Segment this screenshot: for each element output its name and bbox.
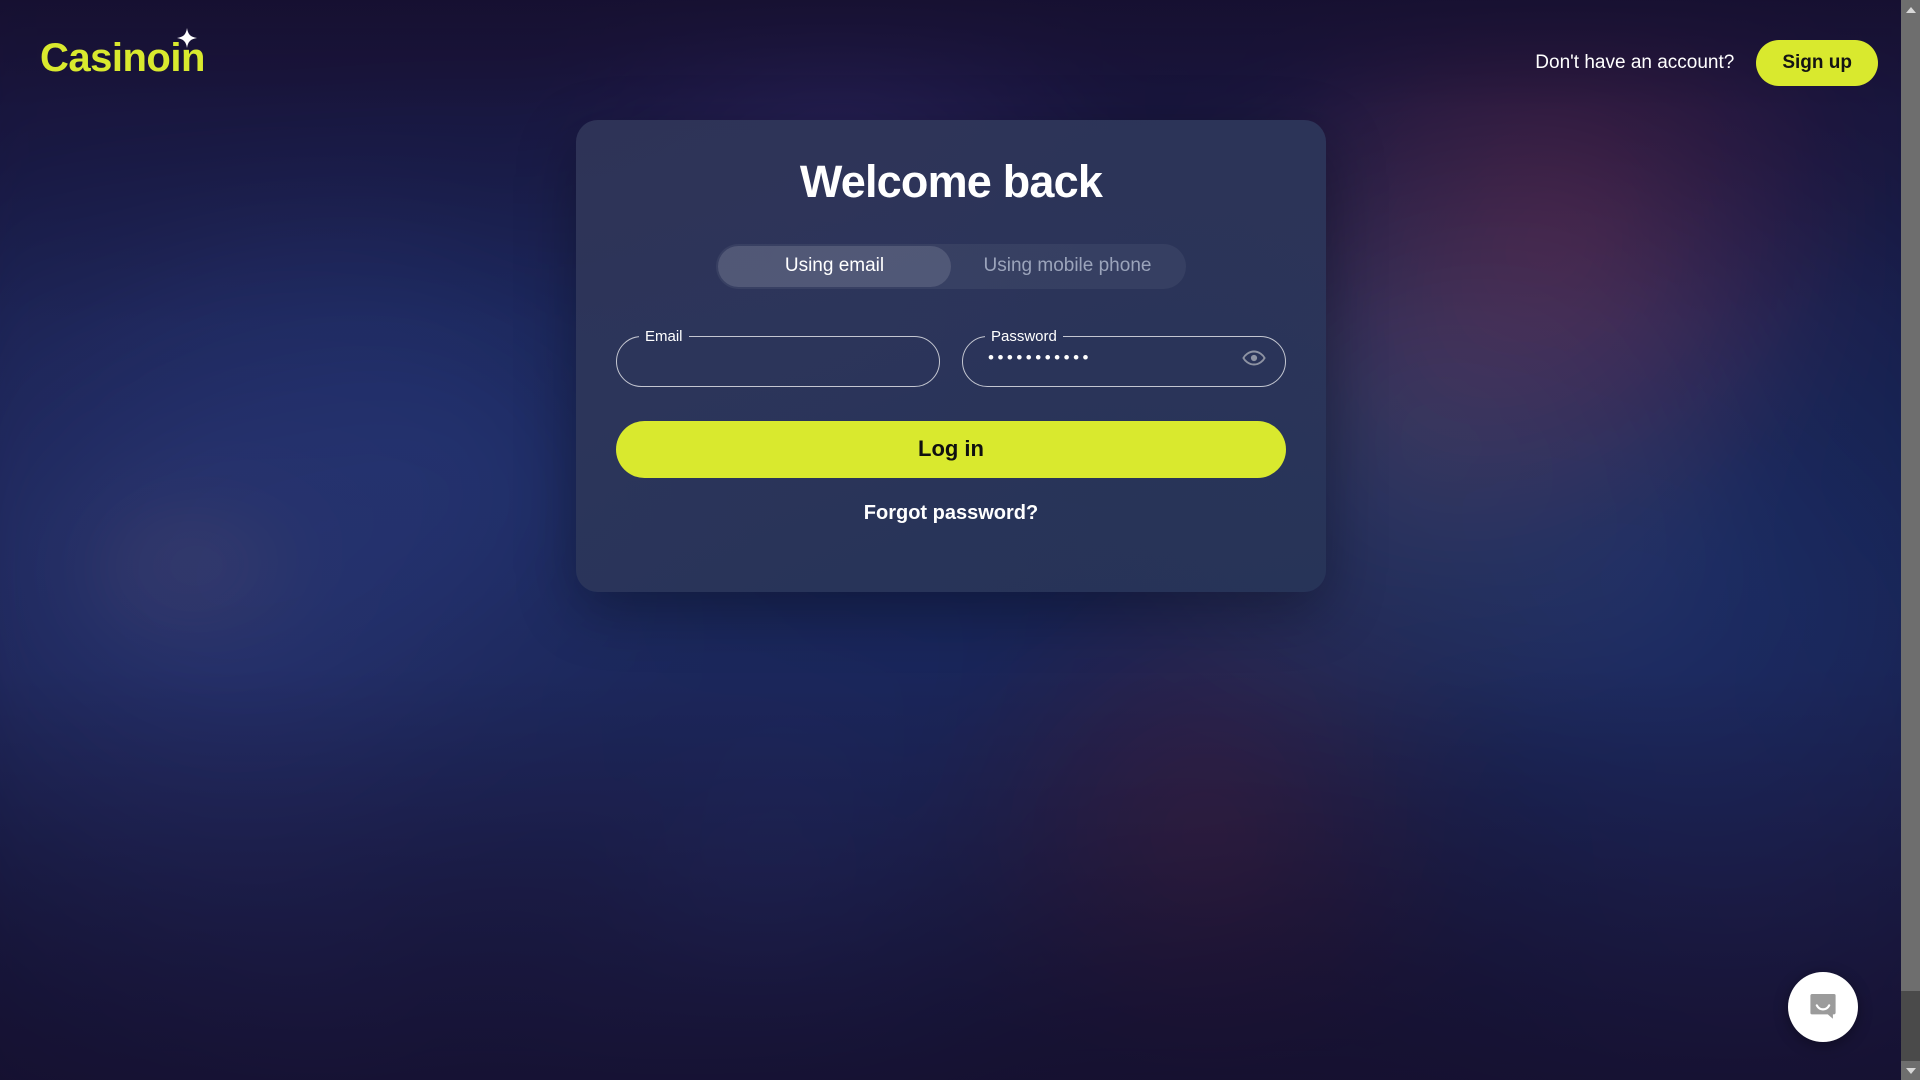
login-form-row: Email Password	[616, 328, 1286, 387]
sign-up-button[interactable]: Sign up	[1756, 40, 1878, 86]
page-title: Welcome back	[799, 156, 1103, 207]
page-root: Casinoin Don't have an account? Sign up …	[0, 0, 1920, 1080]
tab-using-email[interactable]: Using email	[718, 245, 951, 287]
forgot-password-link[interactable]: Forgot password?	[576, 502, 1326, 525]
brand-logo[interactable]: Casinoin	[40, 28, 205, 80]
password-field: Password	[962, 328, 1286, 387]
scrollbar-thumb[interactable]	[1901, 19, 1920, 991]
logo-text-primary: Casino	[40, 36, 171, 80]
log-in-button[interactable]: Log in	[616, 420, 1286, 478]
scrollbar-track[interactable]	[1901, 19, 1920, 1061]
login-card: Welcome back Using email Using mobile ph…	[576, 120, 1326, 592]
scroll-up-arrow-icon[interactable]	[1901, 0, 1920, 19]
chat-launcher-button[interactable]	[1788, 972, 1858, 1042]
header-actions: Don't have an account? Sign up	[1535, 40, 1878, 86]
site-header: Casinoin Don't have an account? Sign up	[0, 0, 1920, 128]
scroll-down-arrow-icon[interactable]	[1901, 1061, 1920, 1080]
no-account-text: Don't have an account?	[1535, 52, 1735, 73]
auth-method-toggle: Using email Using mobile phone	[716, 243, 1186, 289]
password-input[interactable]	[962, 328, 1286, 387]
eye-icon[interactable]	[1240, 344, 1268, 372]
vertical-scrollbar[interactable]	[1901, 0, 1920, 1080]
chat-bubble-smile-icon	[1806, 989, 1840, 1026]
tab-using-mobile-phone[interactable]: Using mobile phone	[951, 246, 1184, 287]
email-field: Email	[616, 328, 940, 387]
sparkle-star-icon	[177, 28, 197, 48]
email-input[interactable]	[616, 328, 940, 387]
